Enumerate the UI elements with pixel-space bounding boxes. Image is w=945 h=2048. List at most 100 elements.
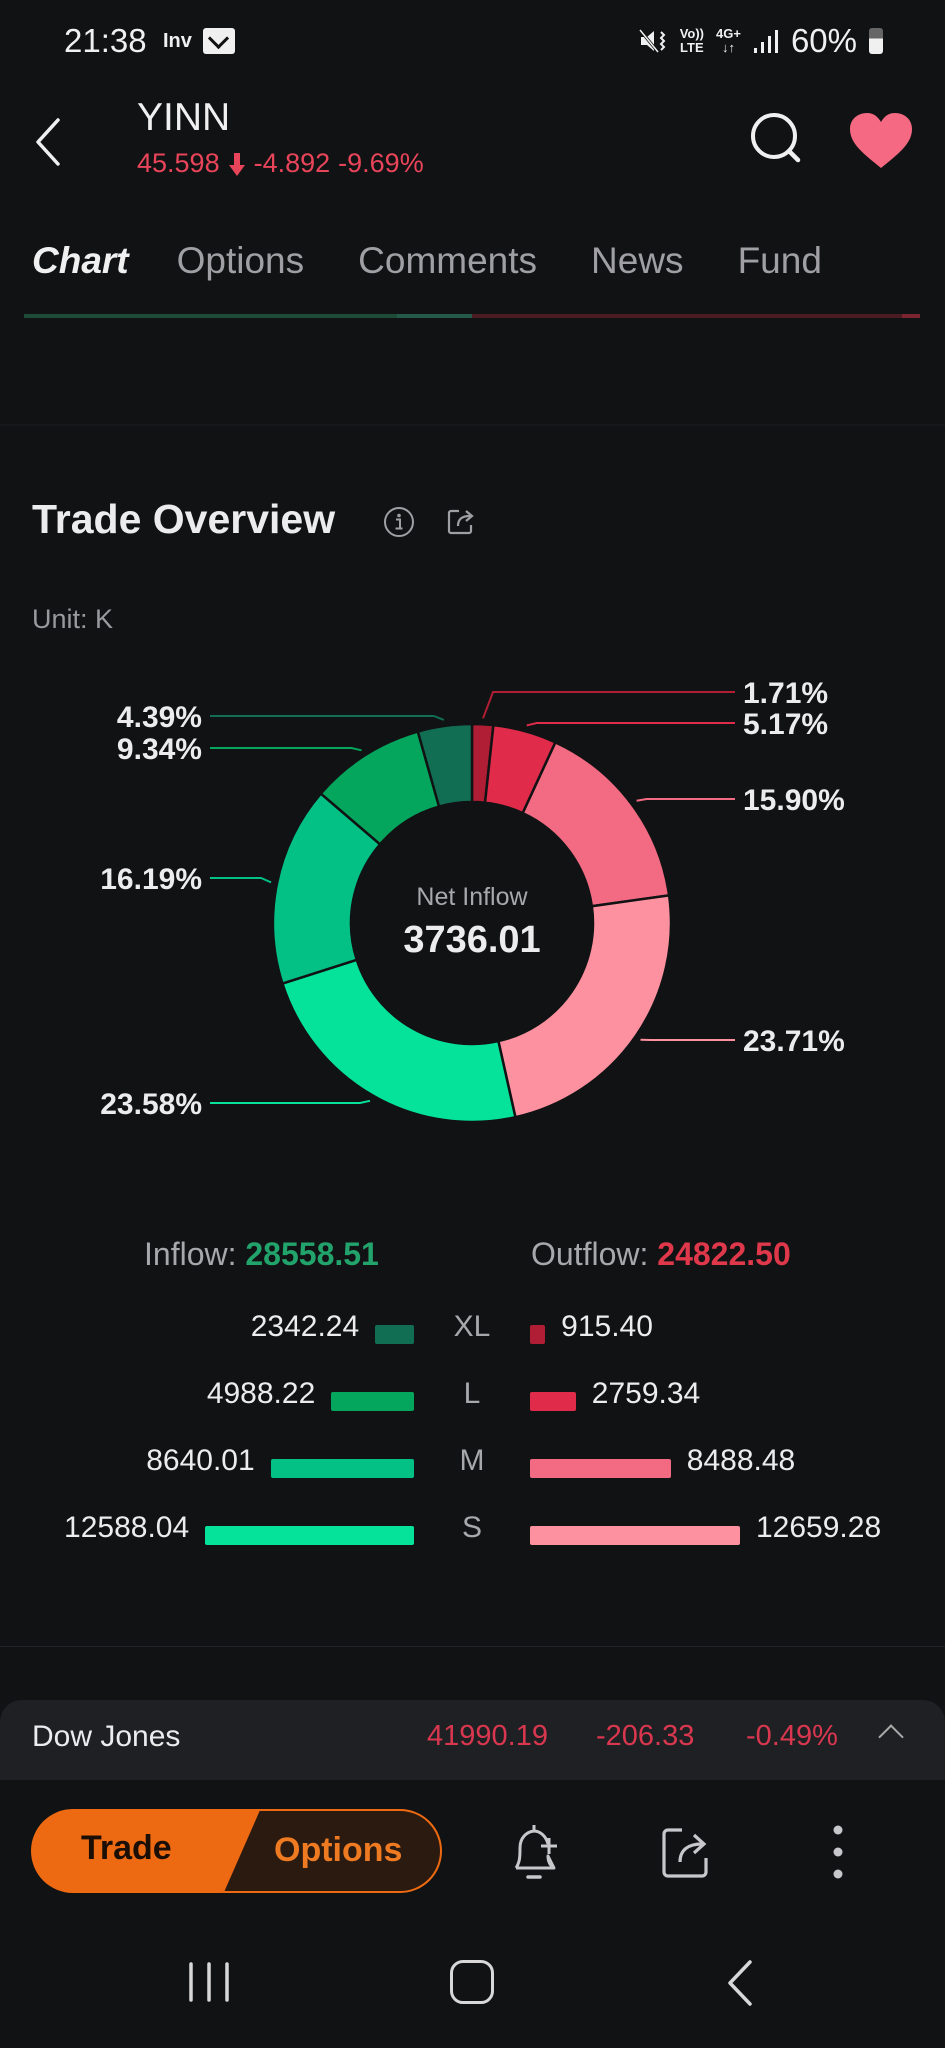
tab-fund[interactable]: Fund [738,240,822,282]
inflow-total-value: 28558.51 [245,1236,379,1272]
outflow-value: 915.40 [561,1310,653,1343]
data-4g-icon: 4G+ ↓↑ [716,26,741,55]
bottom-action-bar: Trade Options [0,1780,945,1920]
back-icon[interactable] [30,114,70,170]
slice-percent-label: 16.19% [100,863,202,896]
order-size-label: S [461,1511,482,1544]
status-icons: Vo)) LTE 4G+ ↓↑ 60% [638,22,883,60]
info-icon[interactable] [383,506,415,538]
system-navigation-bar [0,1920,945,2048]
outflow-bar [530,1392,576,1411]
flow-row-m: 8640.01 M 8488.48 [0,1444,945,1494]
slice-percent-label: 9.34% [117,733,202,766]
inflow-bar [375,1325,414,1344]
leader-line [210,1099,371,1104]
trade-overview-title: Trade Overview [32,496,336,542]
order-size-label: M [459,1444,485,1477]
inflow-bar [331,1392,414,1411]
leader-line [636,798,735,802]
section-divider [0,424,945,426]
share-icon[interactable] [660,1824,712,1880]
battery-icon [869,28,883,54]
outflow-bar [530,1459,671,1478]
system-back-icon[interactable] [722,1958,758,2008]
add-alert-bell-icon[interactable] [508,1822,562,1882]
index-name: Dow Jones [32,1720,181,1753]
donut-slice-inflow-s[interactable] [280,958,517,1124]
tab-options[interactable]: Options [177,240,305,282]
leader-line [210,747,362,752]
inflow-segment [24,314,397,318]
flow-row-xl: 2342.24 XL 915.40 [0,1310,945,1360]
outflow-bar [530,1526,740,1545]
outflow-value: 8488.48 [686,1444,796,1477]
outflow-bar [530,1325,546,1344]
favorite-heart-icon[interactable] [848,112,914,170]
outflow-segment-highlight [902,314,920,318]
inflow-bar [270,1459,414,1478]
inflow-outflow-ratio-bar [24,314,920,318]
slice-percent-label: 5.17% [743,708,828,741]
outflow-value: 2759.34 [591,1377,701,1410]
slice-percent-label: 15.90% [743,784,845,817]
last-price: 45.598 [137,148,220,178]
index-ticker-bar[interactable]: Dow Jones 41990.19 -206.33 -0.49% [0,1700,945,1780]
home-icon[interactable] [450,1960,494,2004]
price-quote: 45.598 -4.892 -9.69% [137,148,424,179]
inflow-total: Inflow: 28558.51 [144,1236,379,1272]
signal-icon [753,30,778,53]
trade-button[interactable]: Trade [31,1809,261,1893]
inflow-segment-highlight [397,314,472,318]
tab-news[interactable]: News [591,240,684,282]
recent-apps-icon[interactable] [186,1960,232,2004]
ticker-symbol: YINN [137,96,231,139]
mail-notification-icon [203,28,235,54]
price-change-percent: -9.69% [338,148,424,178]
flow-totals: Inflow: 28558.51 Outflow: 24822.50 [0,1236,945,1286]
leader-line [210,715,445,721]
arrow-down-icon [228,152,245,176]
search-icon[interactable] [748,110,806,168]
share-icon[interactable] [446,506,476,536]
inflow-value: 12588.04 [64,1511,190,1544]
tab-comments[interactable]: Comments [358,240,537,282]
index-value: 41990.19 [427,1720,548,1752]
leader-line [482,691,735,719]
flow-row-s: 12588.04 S 12659.28 [0,1511,945,1561]
flow-row-l: 4988.22 L 2759.34 [0,1377,945,1427]
tab-chart[interactable]: Chart [32,240,129,282]
tab-bar: Chart Options Comments News Fund [32,240,822,282]
app-notification-icon: Inv [163,30,192,52]
status-time: 21:38 [64,22,147,59]
unit-label: Unit: K [32,604,114,634]
outflow-segment [472,314,902,318]
more-options-icon[interactable] [820,1822,856,1882]
price-change: -4.892 [253,148,331,178]
net-inflow-value: 3736.01 [403,919,540,961]
trade-donut-chart: 1.71%5.17% 15.90% 23.71% 23.58% 16.19% 9.34%4… [100,677,845,1124]
donut-slice-outflow-m[interactable] [521,740,671,908]
stock-header: YINN 45.598 -4.892 -9.69% [0,90,945,190]
status-bar: 21:38 Inv Vo)) LTE 4G+ ↓↑ 60% [0,0,945,84]
leader-line [210,877,272,884]
mute-vibrate-icon [638,29,666,53]
index-change-percent: -0.49% [746,1720,838,1752]
slice-percent-label: 1.71% [743,677,828,710]
order-size-label: XL [453,1310,491,1343]
outflow-total-value: 24822.50 [657,1236,791,1272]
slice-percent-label: 4.39% [117,701,202,734]
outflow-value: 12659.28 [756,1511,882,1544]
index-change: -206.33 [596,1720,695,1752]
order-size-label: L [463,1377,481,1410]
chevron-up-icon[interactable] [878,1724,904,1750]
section-divider [0,1646,945,1647]
options-button[interactable]: Options [222,1809,442,1893]
volte-icon: Vo)) LTE [679,26,704,55]
outflow-total: Outflow: 24822.50 [531,1236,791,1272]
net-inflow-label: Net Inflow [416,883,528,911]
leader-line [526,722,735,727]
battery-percent: 60% [790,22,857,59]
inflow-bar [205,1526,414,1545]
slice-percent-label: 23.58% [100,1088,202,1121]
inflow-value: 2342.24 [250,1310,360,1343]
